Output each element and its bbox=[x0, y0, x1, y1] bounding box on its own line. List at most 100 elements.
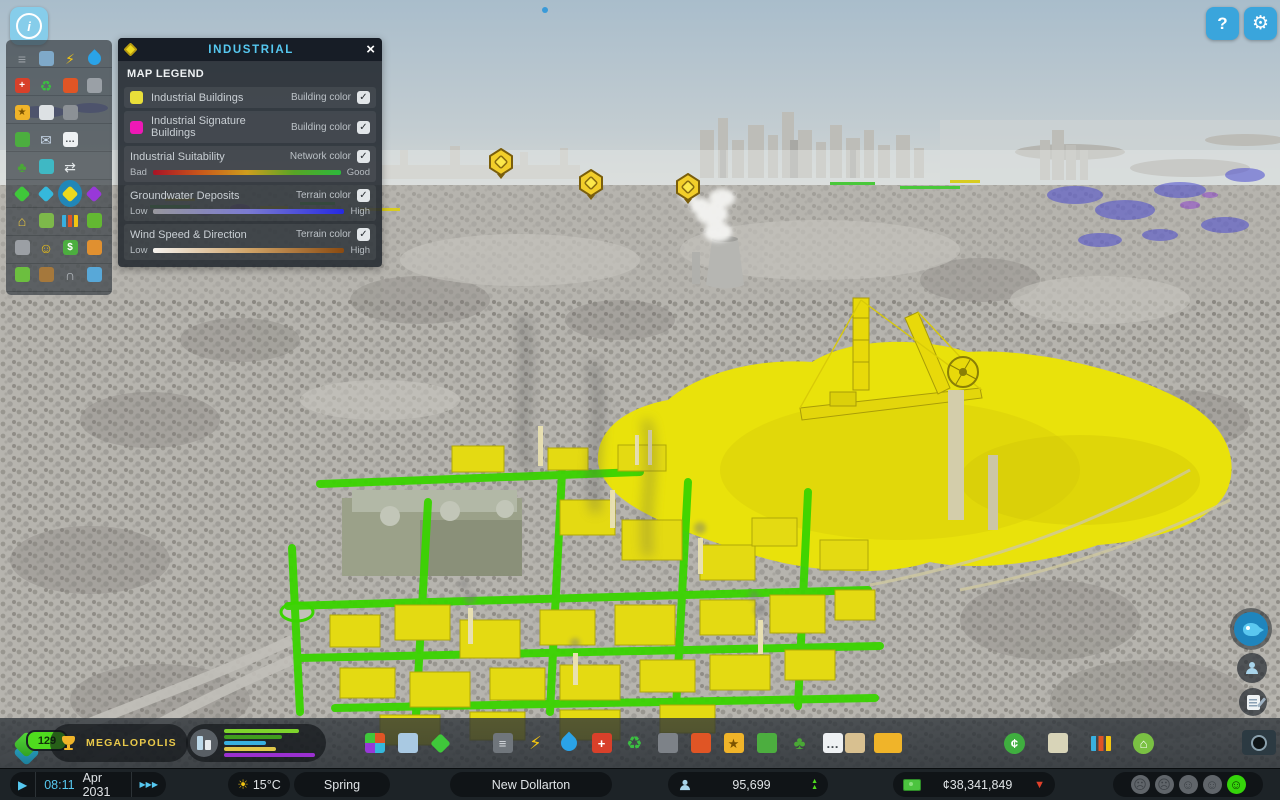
water-level-icon[interactable] bbox=[82, 261, 106, 288]
signature-buildings-checkbox[interactable]: ✓ bbox=[357, 121, 370, 134]
legend-row-label: Groundwater Deposits bbox=[130, 190, 296, 202]
geology-icon[interactable] bbox=[10, 234, 34, 261]
noise-pollution-icon[interactable]: ∩ bbox=[58, 261, 82, 288]
transit-station-icon[interactable] bbox=[34, 45, 58, 72]
post-service-icon[interactable]: ✉ bbox=[34, 126, 58, 153]
population-trend-up-icon: ▲▲ bbox=[811, 779, 818, 790]
demand-bar bbox=[224, 753, 315, 757]
workers-icon[interactable] bbox=[82, 234, 106, 261]
administration-icon[interactable] bbox=[34, 99, 58, 126]
natural-resources-icon[interactable] bbox=[34, 261, 58, 288]
education-tool-icon[interactable] bbox=[651, 726, 684, 760]
close-icon[interactable]: × bbox=[366, 42, 375, 57]
industrial-zone-marker[interactable] bbox=[488, 148, 514, 180]
followed-citizen-button[interactable] bbox=[1237, 653, 1267, 683]
legend-row-label: Industrial Signature Buildings bbox=[151, 115, 291, 139]
police-tool-icon[interactable]: ★ bbox=[717, 726, 750, 760]
groundwater-checkbox[interactable]: ✓ bbox=[357, 189, 370, 202]
map-legend-heading: MAP LEGEND bbox=[118, 62, 382, 84]
money-trend-down-icon: ▼ bbox=[1034, 779, 1045, 791]
map-overview-icon[interactable] bbox=[1041, 726, 1074, 760]
happiness-icon[interactable]: ☺ bbox=[34, 234, 58, 261]
city-info-icon[interactable]: ⌂ bbox=[1127, 726, 1160, 760]
xp-progress-button[interactable]: 129 bbox=[12, 732, 42, 762]
city-name: New Dollarton bbox=[492, 778, 571, 792]
money-button[interactable]: ¢38,341,849 ▼ bbox=[893, 772, 1055, 797]
status-bar: ▶ 08:11 Apr 2031 ▶▶▶ ☀ 15°C Spring New D… bbox=[0, 768, 1280, 800]
roads-icon[interactable]: ≡ bbox=[10, 45, 34, 72]
money-value: ¢38,341,849 bbox=[921, 778, 1034, 792]
electricity-icon[interactable]: ⚡ bbox=[58, 45, 82, 72]
legend-title: INDUSTRIAL bbox=[136, 44, 366, 56]
play-pause-button[interactable]: ▶ bbox=[10, 772, 35, 797]
scale-min-label: Bad bbox=[130, 167, 147, 178]
water-sewage-icon[interactable] bbox=[82, 45, 106, 72]
police-icon[interactable]: ★ bbox=[10, 99, 34, 126]
city-name-button[interactable]: New Dollarton bbox=[450, 772, 612, 797]
photo-mode-button[interactable] bbox=[1242, 730, 1276, 755]
statistics-icon[interactable] bbox=[1084, 726, 1117, 760]
commercial-infoview-icon[interactable] bbox=[34, 180, 58, 207]
suitability-gradient-bar bbox=[153, 170, 341, 175]
signature-buildings-icon[interactable] bbox=[424, 726, 457, 760]
garbage-icon[interactable]: ♻ bbox=[34, 72, 58, 99]
population-button[interactable]: 95,699 ▲▲ bbox=[668, 772, 828, 797]
legend-row-type: Building color bbox=[291, 122, 351, 133]
happiness-button[interactable]: ☹☹☺☺☺ bbox=[1113, 772, 1263, 797]
water-tool-icon[interactable] bbox=[552, 726, 585, 760]
wind-checkbox[interactable]: ✓ bbox=[357, 228, 370, 241]
communications-icon[interactable]: … bbox=[58, 126, 82, 153]
industrial-zone-marker[interactable] bbox=[675, 173, 701, 205]
terraforming-icon[interactable] bbox=[838, 726, 871, 760]
suitability-checkbox[interactable]: ✓ bbox=[357, 150, 370, 163]
education-icon[interactable] bbox=[58, 99, 82, 126]
settings-button[interactable]: ⚙ bbox=[1244, 7, 1277, 40]
demand-bar bbox=[224, 747, 276, 751]
tourism-icon[interactable] bbox=[34, 153, 58, 180]
chirper-button[interactable] bbox=[1230, 608, 1272, 650]
garbage-tool-icon[interactable]: ♻ bbox=[618, 726, 651, 760]
industrial-zone-marker[interactable] bbox=[578, 169, 604, 201]
transportation-tool-icon[interactable] bbox=[750, 726, 783, 760]
healthcare-icon[interactable]: + bbox=[10, 72, 34, 99]
districts-icon[interactable] bbox=[391, 726, 424, 760]
parks-recreation-icon[interactable]: ♣ bbox=[10, 153, 34, 180]
legend-row: Industrial Buildings Building color ✓ bbox=[124, 87, 376, 108]
routes-icon[interactable]: ⇄ bbox=[58, 153, 82, 180]
help-button[interactable]: ? bbox=[1206, 7, 1239, 40]
industrial-infoview-icon[interactable] bbox=[58, 180, 82, 207]
toolbar-services-group: ≡ ⚡ + ♻ ★ ♣ bbox=[486, 726, 849, 760]
electricity-tool-icon[interactable]: ⚡ bbox=[519, 726, 552, 760]
economy-chart-icon[interactable] bbox=[58, 207, 82, 234]
journal-button[interactable] bbox=[1239, 688, 1267, 716]
industrial-buildings-checkbox[interactable]: ✓ bbox=[357, 91, 370, 104]
speed-control-button[interactable]: ▶▶▶ bbox=[131, 772, 166, 797]
legend-row-type: Network color bbox=[290, 151, 351, 162]
zoning-infoview-icon[interactable] bbox=[10, 180, 34, 207]
happiness-face-icon: ☺ bbox=[1179, 775, 1198, 794]
offices-infoview-icon[interactable] bbox=[82, 180, 106, 207]
population-icon bbox=[679, 779, 691, 789]
transportation-icon[interactable] bbox=[10, 126, 34, 153]
fire-rescue-tool-icon[interactable] bbox=[684, 726, 717, 760]
scale-min-label: Low bbox=[130, 245, 147, 256]
money-icon bbox=[903, 779, 921, 791]
map-tiles-icon[interactable] bbox=[34, 207, 58, 234]
maintenance-icon[interactable] bbox=[82, 72, 106, 99]
happiness-face-icon: ☺ bbox=[1227, 775, 1246, 794]
legend-row-type: Building color bbox=[291, 92, 351, 103]
money-infoview-icon[interactable]: $ bbox=[58, 234, 82, 261]
terrain-icon[interactable] bbox=[10, 261, 34, 288]
fire-rescue-icon[interactable] bbox=[58, 72, 82, 99]
bulldozer-icon[interactable] bbox=[871, 726, 904, 760]
greenery-icon[interactable] bbox=[82, 207, 106, 234]
economy-panel-icon[interactable]: ¢ bbox=[998, 726, 1031, 760]
parks-tool-icon[interactable]: ♣ bbox=[783, 726, 816, 760]
demand-panel-button[interactable] bbox=[186, 724, 326, 762]
residential-icon[interactable]: ⌂ bbox=[10, 207, 34, 234]
healthcare-tool-icon[interactable]: + bbox=[585, 726, 618, 760]
zones-icon[interactable] bbox=[358, 726, 391, 760]
legend-row-type: Terrain color bbox=[296, 190, 351, 201]
milestone-button[interactable]: MEGALOPOLIS bbox=[50, 724, 188, 762]
roads-tool-icon[interactable]: ≡ bbox=[486, 726, 519, 760]
